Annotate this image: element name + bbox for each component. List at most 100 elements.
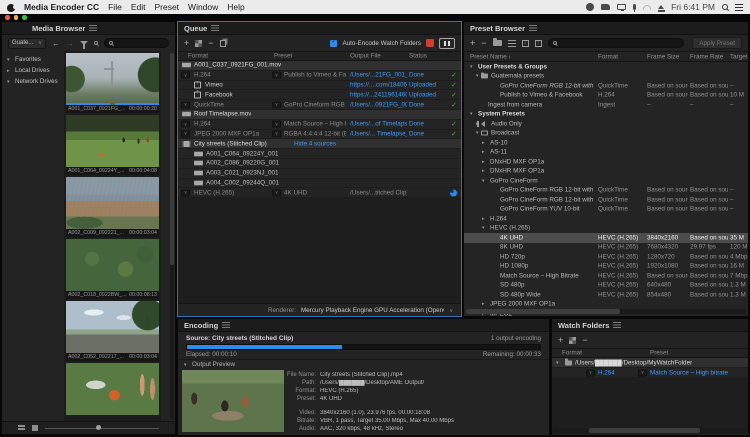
tab-media-browser[interactable]: Media Browser: [32, 24, 85, 33]
output-file-link[interactable]: /Users/...of Timelapse.mp4: [350, 121, 407, 128]
format-dropdown[interactable]: [181, 101, 190, 108]
apply-preset-button[interactable]: Apply Preset: [692, 37, 742, 49]
clip-preview-image[interactable]: [66, 363, 159, 415]
eject-icon[interactable]: [658, 5, 664, 9]
tree-item-network-drives[interactable]: Network Drives: [2, 76, 64, 87]
menu-file[interactable]: File: [108, 2, 122, 12]
preset-row[interactable]: GoPro CineForm YUV 10-bitQuickTimeBased …: [464, 205, 748, 215]
zoom-icon[interactable]: [94, 41, 98, 45]
preset-dropdown[interactable]: [272, 130, 281, 137]
preset-row[interactable]: Ingest from cameraIngest–––: [464, 100, 748, 110]
delete-preset-button[interactable]: [481, 39, 486, 48]
chevron-down-icon[interactable]: [449, 307, 453, 314]
preset-format-row[interactable]: AS-11: [464, 148, 748, 158]
stop-queue-button[interactable]: [426, 39, 434, 47]
preset-row[interactable]: Publish to Vimeo & FacebookH.264Based on…: [464, 91, 748, 101]
queue-upload-row[interactable]: Vimeo https://....com/184066142 Uploaded: [178, 81, 461, 91]
queue-subsource-row[interactable]: A004_C002_09244Q_001: [178, 179, 461, 189]
tab-watch-folders[interactable]: Watch Folders: [558, 321, 609, 330]
horizontal-scrollbar[interactable]: [554, 428, 746, 433]
panel-menu-icon[interactable]: [529, 25, 537, 31]
remove-button[interactable]: [208, 39, 213, 48]
location-dropdown[interactable]: Guate...: [8, 38, 46, 49]
column-target-rate[interactable]: Target R: [730, 53, 747, 60]
watch-preset[interactable]: Match Source – High bitrate: [650, 369, 728, 376]
menu-bar-clock[interactable]: Fri 6:41 PM: [671, 2, 715, 12]
preset-row[interactable]: 8K UHDHEVC (H.265)7680x432029.97 fps120 …: [464, 243, 748, 253]
import-preset-icon[interactable]: [522, 40, 529, 47]
display-icon[interactable]: [617, 4, 626, 10]
remove-watch-folder-button[interactable]: [582, 336, 587, 345]
queue-source-row[interactable]: City streets (Stitched Clip) Hide 4 sour…: [178, 139, 461, 149]
output-file-link[interactable]: /Users/...0921FG_001.mov: [350, 101, 407, 108]
clip-thumbnail[interactable]: A002_C052_092217_...00:00:03:04: [66, 301, 159, 361]
queue-source-row[interactable]: Roof Timelapse.mov: [178, 110, 461, 120]
add-output-button[interactable]: [195, 40, 202, 47]
vertical-scrollbar[interactable]: [170, 53, 174, 419]
format-dropdown[interactable]: [181, 121, 190, 128]
tab-encoding[interactable]: Encoding: [184, 321, 218, 330]
watch-folder-row[interactable]: ▾ /Users/██████/Desktop/MyWatchFolder: [552, 358, 748, 368]
format-dropdown[interactable]: [181, 130, 190, 137]
preset-format-row[interactable]: DNxHR MXF OP1a: [464, 167, 748, 177]
clip-preview-image[interactable]: [66, 53, 159, 105]
queue-output-row[interactable]: QuickTime GoPro Cineform RGB 12... /User…: [178, 100, 461, 110]
app-menu-title[interactable]: Media Encoder CC: [24, 2, 99, 12]
export-preset-icon[interactable]: [535, 40, 542, 47]
auto-encode-checkbox[interactable]: [330, 40, 337, 47]
queue-subsource-row[interactable]: A001_C064_09224Y_001: [178, 149, 461, 159]
panel-menu-icon[interactable]: [222, 322, 230, 328]
panel-menu-icon[interactable]: [211, 25, 219, 31]
create-group-icon[interactable]: [493, 40, 502, 46]
queue-source-row[interactable]: A001_C037_0921FG_001.mov: [178, 61, 461, 71]
creative-cloud-icon[interactable]: [586, 3, 594, 11]
preset-format-row[interactable]: GoPro CineForm: [464, 176, 748, 186]
column-frame-rate[interactable]: Frame Rate: [690, 53, 723, 60]
twirl-open-icon[interactable]: [184, 362, 189, 368]
close-window-button[interactable]: [5, 15, 10, 20]
preset-row[interactable]: SD 480p WideHEVC (H.265)854x480Based on …: [464, 290, 748, 300]
preset-row[interactable]: HD 1080pHEVC (H.265)1920x1080Based on so…: [464, 262, 748, 272]
tab-queue[interactable]: Queue: [184, 24, 207, 33]
queue-upload-row[interactable]: Facebook https://...24119614602283 Uploa…: [178, 90, 461, 100]
queue-output-row[interactable]: H.264 Match Source – High bitr... /Users…: [178, 120, 461, 130]
twirl-open-icon[interactable]: [7, 57, 12, 63]
preset-row[interactable]: SD 480pHEVC (H.265)640x480Based on sourc…: [464, 281, 748, 291]
tree-item-favorites[interactable]: Favorites: [2, 54, 64, 65]
hide-sources-link[interactable]: Hide 4 sources: [294, 140, 336, 147]
clip-thumbnail[interactable]: A002_C018_0922BW_...00:00:08:13: [66, 239, 159, 299]
preset-group-row[interactable]: System Presets: [464, 110, 748, 120]
preset-dropdown[interactable]: [272, 121, 281, 128]
preset-folder-row[interactable]: Audio Only: [464, 119, 748, 129]
tab-preset-browser[interactable]: Preset Browser: [470, 24, 525, 33]
horizontal-scrollbar[interactable]: [466, 309, 746, 314]
format-dropdown[interactable]: [181, 72, 190, 79]
preset-folder-row[interactable]: Broadcast: [464, 129, 748, 139]
preset-format-row[interactable]: HEVC (H.265): [464, 224, 748, 234]
clip-thumbnail[interactable]: A002_C009_092221_...00:00:03:04: [66, 177, 159, 237]
output-file-link[interactable]: /Users/... Timelapse_1.mxf: [350, 130, 407, 137]
clip-preview-image[interactable]: [66, 177, 159, 229]
watch-format[interactable]: H.264: [598, 369, 615, 376]
column-format[interactable]: Format: [598, 53, 618, 60]
duplicate-button[interactable]: [220, 40, 226, 47]
preset-format-row[interactable]: H.264: [464, 214, 748, 224]
pause-queue-button[interactable]: [439, 38, 455, 49]
twirl-open-icon[interactable]: [7, 79, 12, 85]
clip-thumbnail[interactable]: [66, 363, 159, 415]
microphone-icon[interactable]: [633, 4, 636, 10]
upload-url-link[interactable]: https://....com/184066142: [350, 81, 407, 88]
preset-format-row[interactable]: DNxHD MXF OP1a: [464, 157, 748, 167]
column-preset-name[interactable]: Preset Name: [470, 53, 511, 60]
twirl-open-icon[interactable]: ▾: [556, 360, 559, 366]
output-file-link[interactable]: /Users/...21FG_001_1.mp4: [350, 72, 407, 79]
preset-search-input[interactable]: [548, 38, 685, 48]
panel-menu-icon[interactable]: [89, 25, 97, 31]
renderer-dropdown[interactable]: Mercury Playback Engine GPU Acceleration…: [301, 307, 444, 314]
clip-thumbnail[interactable]: A001_C064_09224Y_...00:00:04:08: [66, 115, 159, 175]
thumbnail-view-icon[interactable]: [32, 425, 38, 431]
preset-format-row[interactable]: JPEG 2000 MXF OP1a: [464, 300, 748, 310]
panel-menu-icon[interactable]: [613, 322, 621, 328]
clip-preview-image[interactable]: [66, 115, 159, 167]
preset-dropdown[interactable]: [272, 189, 281, 196]
